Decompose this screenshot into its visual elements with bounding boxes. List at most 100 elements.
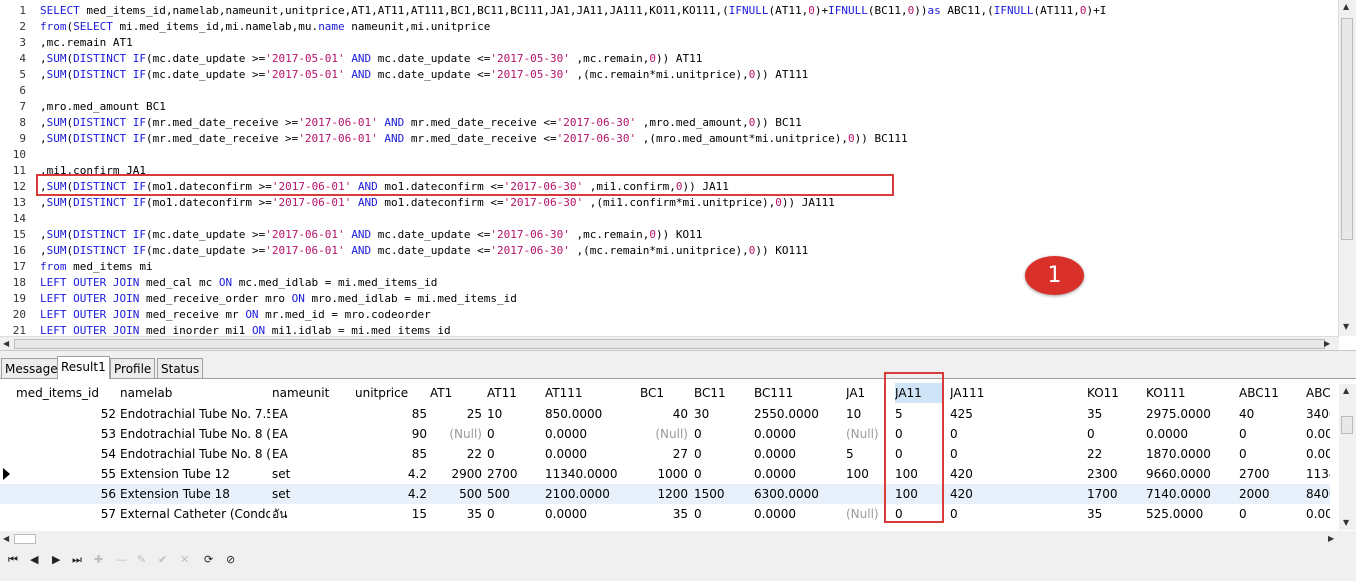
cell-bc1[interactable]: 40: [640, 404, 688, 424]
refresh-icon[interactable]: ⟳: [204, 553, 213, 567]
cell-bc1[interactable]: 27: [640, 444, 688, 464]
scroll-up-icon[interactable]: ▲: [1343, 2, 1349, 11]
next-record-icon[interactable]: ▶: [52, 553, 60, 567]
cell-at1[interactable]: 25: [430, 404, 482, 424]
cell-bc11[interactable]: 0: [694, 424, 750, 444]
cell-bc1[interactable]: (Null): [640, 424, 688, 444]
column-header-med_items_id[interactable]: med_items_id: [16, 383, 116, 403]
cell-bc111[interactable]: 2550.0000: [754, 404, 844, 424]
scroll-right-icon[interactable]: ▶: [1324, 339, 1330, 348]
cell-ja111[interactable]: 420: [950, 484, 1085, 504]
editor-vertical-scroll-thumb[interactable]: [1341, 18, 1353, 240]
first-record-icon[interactable]: ⏮: [8, 553, 18, 567]
cell-namelab[interactable]: Endotrachial Tube No. 7.5 (EN: [120, 404, 270, 424]
cell-bc111[interactable]: 0.0000: [754, 424, 844, 444]
column-header-abc[interactable]: ABC: [1306, 383, 1330, 403]
cell-abc11[interactable]: 2000: [1239, 484, 1303, 504]
column-header-ko111[interactable]: KO111: [1146, 383, 1236, 403]
cell-namelab[interactable]: Extension Tube 18: [120, 484, 270, 504]
tab-message[interactable]: Message: [1, 358, 62, 378]
cell-namelab[interactable]: Endotrachial Tube No. 8 (EN): [120, 424, 270, 444]
cell-abc[interactable]: 0.00: [1306, 424, 1330, 444]
cell-abc11[interactable]: 40: [1239, 404, 1303, 424]
column-header-at111[interactable]: AT111: [545, 383, 637, 403]
cell-med_items_id[interactable]: 54: [16, 444, 116, 464]
cell-ko111[interactable]: 525.0000: [1146, 504, 1236, 524]
cell-at1[interactable]: 35: [430, 504, 482, 524]
grid-vertical-scroll-thumb[interactable]: [1341, 416, 1353, 434]
cell-ja111[interactable]: 420: [950, 464, 1085, 484]
cell-namelab[interactable]: Extension Tube 12: [120, 464, 270, 484]
cell-at11[interactable]: 0: [487, 424, 541, 444]
cell-med_items_id[interactable]: 52: [16, 404, 116, 424]
cell-at111[interactable]: 0.0000: [545, 504, 637, 524]
cell-unitprice[interactable]: 4.2: [355, 484, 427, 504]
cell-nameunit[interactable]: อัน: [272, 504, 352, 524]
column-header-abc11[interactable]: ABC11: [1239, 383, 1303, 403]
cell-abc[interactable]: 3400: [1306, 404, 1330, 424]
cell-med_items_id[interactable]: 53: [16, 424, 116, 444]
cell-ko111[interactable]: 2975.0000: [1146, 404, 1236, 424]
editor-horizontal-scrollbar[interactable]: ◀ ▶: [0, 336, 1339, 350]
cell-nameunit[interactable]: set: [272, 464, 352, 484]
cell-bc1[interactable]: 35: [640, 504, 688, 524]
cell-abc[interactable]: 8400: [1306, 484, 1330, 504]
column-header-bc1[interactable]: BC1: [640, 383, 688, 403]
grid-scroll-left-icon[interactable]: ◀: [3, 534, 9, 543]
cell-at1[interactable]: (Null): [430, 424, 482, 444]
cell-ja111[interactable]: 0: [950, 444, 1085, 464]
cell-unitprice[interactable]: 85: [355, 444, 427, 464]
editor-horizontal-scroll-thumb[interactable]: [14, 339, 1325, 349]
cell-bc111[interactable]: 0.0000: [754, 464, 844, 484]
cell-at111[interactable]: 2100.0000: [545, 484, 637, 504]
cell-bc11[interactable]: 1500: [694, 484, 750, 504]
cell-ko111[interactable]: 1870.0000: [1146, 444, 1236, 464]
cell-at111[interactable]: 11340.0000: [545, 464, 637, 484]
scroll-down-icon[interactable]: ▼: [1343, 322, 1349, 331]
insert-record-icon[interactable]: ✚: [94, 553, 103, 567]
result-grid[interactable]: med_items_id namelab nameunit unitprice AT1 A…: [0, 379, 1356, 531]
edit-record-icon[interactable]: ✎: [137, 553, 146, 567]
grid-vertical-scrollbar[interactable]: ▲ ▼: [1339, 384, 1356, 530]
cell-at1[interactable]: 2900: [430, 464, 482, 484]
cell-at1[interactable]: 500: [430, 484, 482, 504]
last-record-icon[interactable]: ⏭: [72, 553, 82, 567]
stop-icon[interactable]: ⊘: [226, 553, 235, 567]
cell-unitprice[interactable]: 90: [355, 424, 427, 444]
column-header-ko11[interactable]: KO11: [1087, 383, 1143, 403]
column-header-bc11[interactable]: BC11: [694, 383, 750, 403]
cell-ko11[interactable]: 0: [1087, 424, 1143, 444]
grid-horizontal-scroll-thumb[interactable]: [14, 534, 36, 544]
scroll-left-icon[interactable]: ◀: [3, 339, 9, 348]
cell-bc1[interactable]: 1200: [640, 484, 688, 504]
column-header-at11[interactable]: AT11: [487, 383, 541, 403]
cell-ja111[interactable]: 0: [950, 504, 1085, 524]
grid-scroll-down-icon[interactable]: ▼: [1343, 518, 1349, 527]
cell-unitprice[interactable]: 85: [355, 404, 427, 424]
tab-status[interactable]: Status: [157, 358, 204, 378]
cell-at111[interactable]: 850.0000: [545, 404, 637, 424]
cancel-record-icon[interactable]: ✕: [180, 553, 189, 567]
cell-med_items_id[interactable]: 56: [16, 484, 116, 504]
cell-ko111[interactable]: 9660.0000: [1146, 464, 1236, 484]
cell-abc11[interactable]: 0: [1239, 504, 1303, 524]
cell-at11[interactable]: 2700: [487, 464, 541, 484]
cell-abc11[interactable]: 2700: [1239, 464, 1303, 484]
cell-at1[interactable]: 22: [430, 444, 482, 464]
cell-nameunit[interactable]: EA: [272, 444, 352, 464]
cell-at111[interactable]: 0.0000: [545, 424, 637, 444]
column-header-bc111[interactable]: BC111: [754, 383, 844, 403]
column-header-unitprice[interactable]: unitprice: [355, 383, 427, 403]
cell-bc11[interactable]: 0: [694, 464, 750, 484]
sql-editor[interactable]: 1 2 3 4 5 6 7 8 9 10 11 12 13 14 15 16 17 18 19 20 21 SELECT…: [0, 0, 1356, 351]
cell-abc[interactable]: 0.00: [1306, 444, 1330, 464]
grid-horizontal-scrollbar[interactable]: ◀ ▶: [0, 531, 1340, 547]
cell-ko11[interactable]: 1700: [1087, 484, 1143, 504]
cell-unitprice[interactable]: 4.2: [355, 464, 427, 484]
column-header-nameunit[interactable]: nameunit: [272, 383, 352, 403]
cell-ko11[interactable]: 2300: [1087, 464, 1143, 484]
cell-bc1[interactable]: 1000: [640, 464, 688, 484]
cell-at11[interactable]: 10: [487, 404, 541, 424]
cell-ko111[interactable]: 7140.0000: [1146, 484, 1236, 504]
cell-abc11[interactable]: 0: [1239, 424, 1303, 444]
